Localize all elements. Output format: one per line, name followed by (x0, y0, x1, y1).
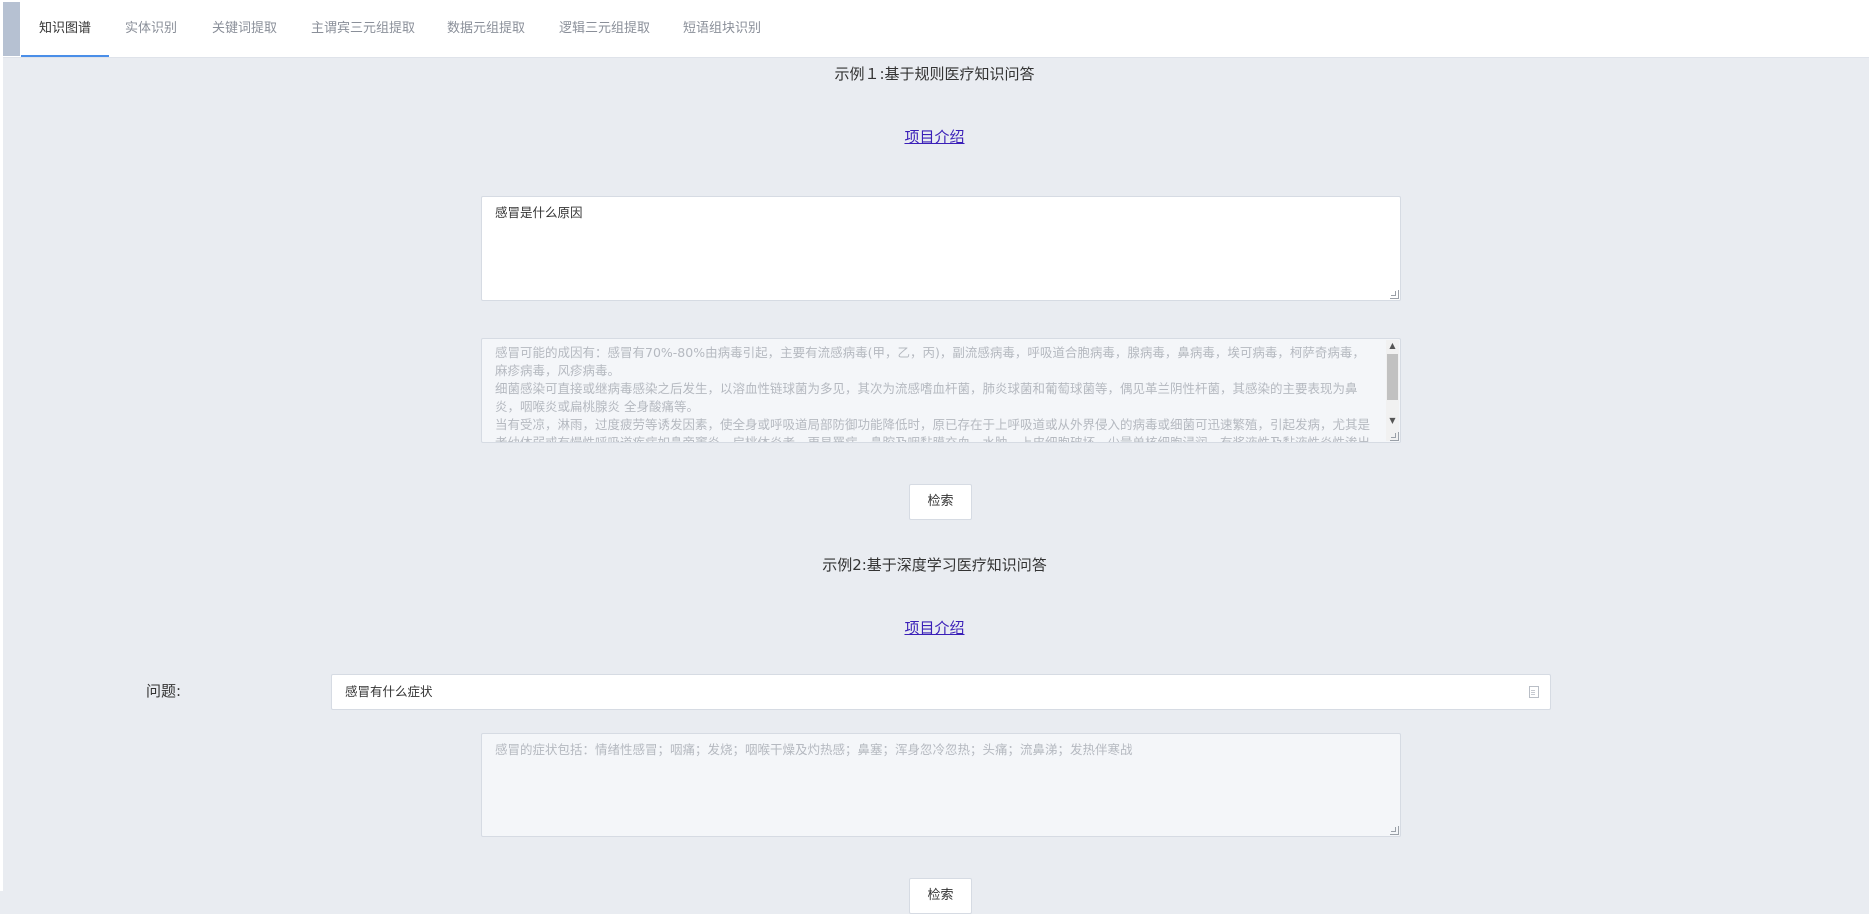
tab-knowledge-graph[interactable]: 知识图谱 (20, 0, 110, 57)
scroll-up-arrow-icon[interactable]: ▲ (1386, 340, 1399, 352)
example1-question-text: 感冒是什么原因 (495, 205, 583, 220)
tab-data-tuple-extraction[interactable]: 数据元组提取 (447, 0, 525, 57)
tab-entity-recognition[interactable]: 实体识别 (125, 0, 177, 57)
answer-line: 当有受凉，淋雨，过度疲劳等诱发因素，使全身或呼吸道局部防御功能降低时，原已存在于… (495, 417, 1370, 442)
example1-answer-text: 感冒可能的成因有：感冒有70%-80%由病毒引起，主要有流感病毒(甲，乙，丙)，… (495, 344, 1370, 442)
example1-question-textarea[interactable]: 感冒是什么原因 (481, 196, 1401, 301)
example2-answer-text: 感冒的症状包括：情绪性感冒；咽痛；发烧；咽喉干燥及灼热感；鼻塞；浑身忽冷忽热；头… (495, 742, 1133, 757)
question-label: 问题: (146, 682, 182, 700)
tab-logic-triple-extraction[interactable]: 逻辑三元组提取 (559, 0, 650, 57)
example1-search-button[interactable]: 检索 (909, 484, 972, 520)
example2-answer-textarea[interactable]: 感冒的症状包括：情绪性感冒；咽痛；发烧；咽喉干燥及灼热感；鼻塞；浑身忽冷忽热；头… (481, 733, 1401, 837)
tabbar-accent (3, 2, 20, 56)
answer-line: 感冒可能的成因有：感冒有70%-80%由病毒引起，主要有流感病毒(甲，乙，丙)，… (495, 345, 1365, 378)
scroll-thumb[interactable] (1387, 354, 1398, 400)
answer-line: 细菌感染可直接或继病毒感染之后发生，以溶血性链球菌为多见，其次为流感嗜血杆菌，肺… (495, 381, 1358, 414)
example2-search-button[interactable]: 检索 (909, 878, 972, 914)
tab-svo-triple-extraction[interactable]: 主谓宾三元组提取 (311, 0, 415, 57)
example2-question-text: 感冒有什么症状 (345, 684, 433, 699)
example1-intro-link[interactable]: 项目介绍 (904, 128, 964, 146)
example1-intro-link-wrap: 项目介绍 (0, 126, 1869, 147)
tab-bar: 知识图谱 实体识别 关键词提取 主谓宾三元组提取 数据元组提取 逻辑三元组提取 … (3, 0, 1869, 58)
example1-title: 示例１:基于规则医疗知识问答 (834, 65, 1035, 83)
resize-handle-icon[interactable] (1390, 826, 1399, 835)
tab-keyword-extraction[interactable]: 关键词提取 (212, 0, 277, 57)
example2-intro-link[interactable]: 项目介绍 (904, 619, 964, 637)
tab-phrase-chunk-recognition[interactable]: 短语组块识别 (683, 0, 761, 57)
example2-title: 示例2:基于深度学习医疗知识问答 (822, 556, 1047, 574)
document-icon (1529, 686, 1539, 698)
resize-handle-icon[interactable] (1390, 290, 1399, 299)
example1-answer-textarea[interactable]: 感冒可能的成因有：感冒有70%-80%由病毒引起，主要有流感病毒(甲，乙，丙)，… (481, 338, 1401, 443)
scroll-down-arrow-icon[interactable]: ▼ (1386, 415, 1399, 427)
resize-handle-icon[interactable] (1390, 432, 1399, 441)
example2-intro-link-wrap: 项目介绍 (0, 617, 1869, 638)
example2-question-input[interactable]: 感冒有什么症状 (331, 674, 1551, 710)
scrollbar[interactable]: ▲ ▼ (1386, 340, 1399, 441)
